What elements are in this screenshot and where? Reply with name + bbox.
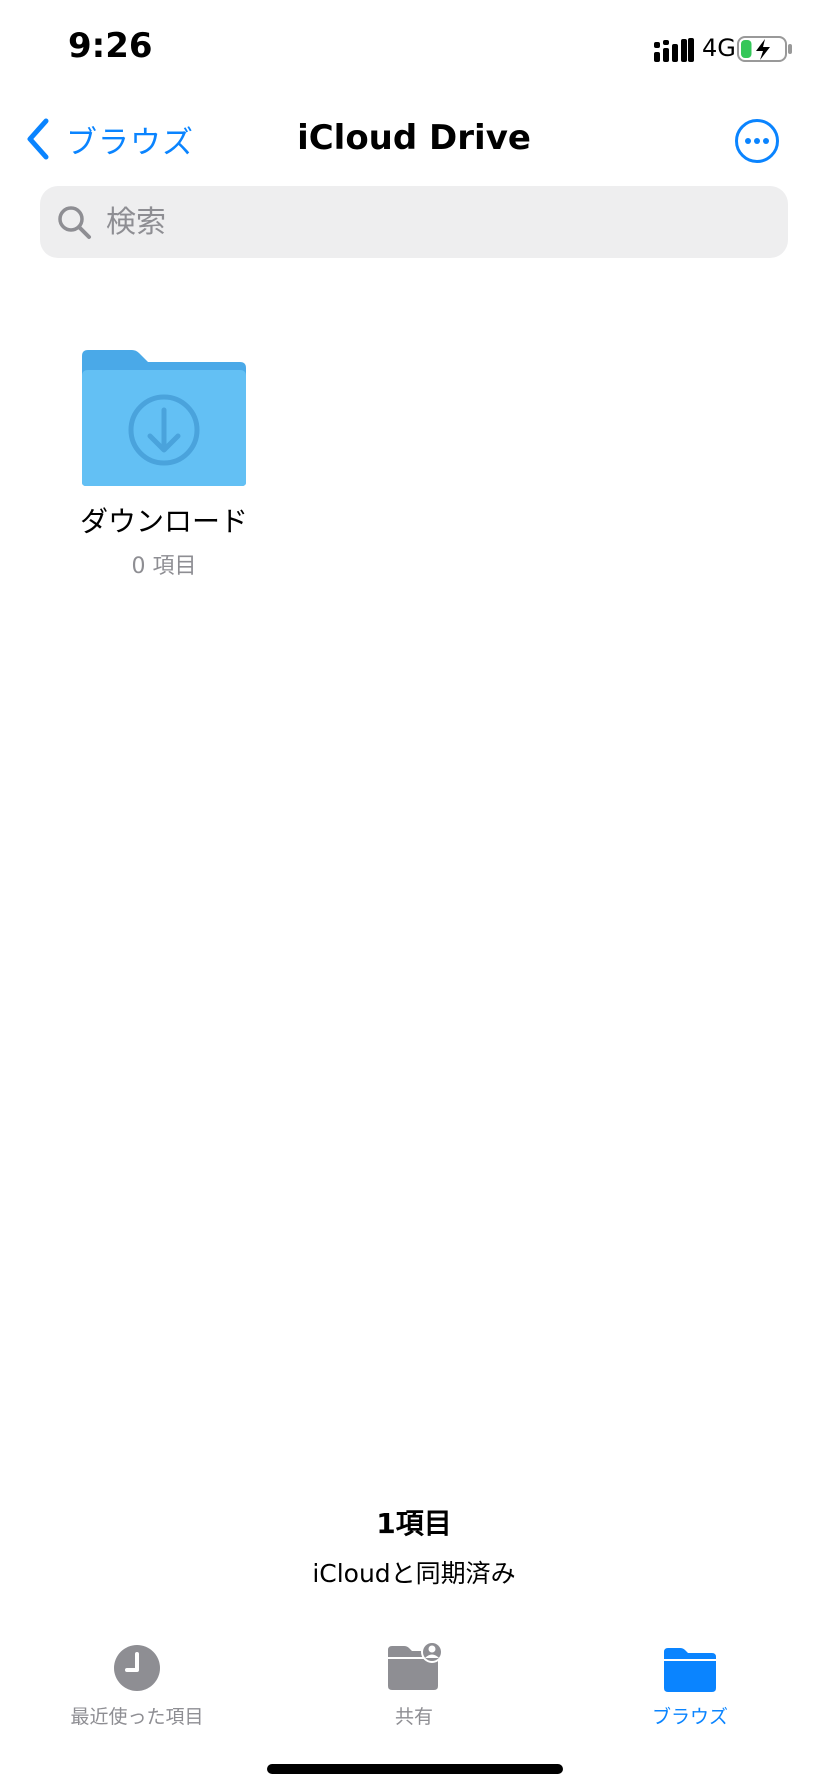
sync-status: iCloudと同期済み — [312, 1559, 516, 1588]
folder-icon — [664, 1648, 716, 1692]
page-title: iCloud Drive — [297, 118, 531, 158]
clock-icon — [114, 1645, 160, 1691]
folder-download-icon — [82, 350, 246, 486]
screen: 9:26 4G ブラウズ iCloud Drive 検索 ダウンロード 0 項目… — [0, 0, 828, 1792]
battery-charging-icon — [737, 36, 792, 62]
home-indicator — [267, 1764, 563, 1774]
status-time: 9:26 — [68, 26, 153, 66]
shared-folder-icon — [388, 1641, 442, 1690]
folder-item-downloads[interactable]: ダウンロード 0 項目 — [66, 348, 262, 580]
item-count-summary: 1項目 — [376, 1507, 452, 1540]
tab-bar: 最近使った項目 共有 ブラウズ — [0, 1630, 828, 1730]
tab-shared-label: 共有 — [394, 1706, 433, 1728]
tab-browse-label: ブラウズ — [651, 1706, 728, 1728]
tab-recents-label: 最近使った項目 — [70, 1706, 204, 1728]
search-bar[interactable] — [40, 186, 788, 258]
network-type: 4G — [702, 34, 736, 62]
folder-item-count: 0 項目 — [131, 554, 197, 579]
search-input[interactable] — [104, 203, 708, 241]
folder-name: ダウンロード — [79, 505, 248, 538]
tab-shared[interactable]: 共有 — [304, 1630, 524, 1729]
search-icon — [58, 206, 91, 239]
tab-browse[interactable]: ブラウズ — [580, 1630, 800, 1729]
more-options-button[interactable] — [734, 118, 780, 164]
tab-recents[interactable]: 最近使った項目 — [27, 1630, 247, 1729]
cellular-signal-icon — [654, 38, 694, 62]
